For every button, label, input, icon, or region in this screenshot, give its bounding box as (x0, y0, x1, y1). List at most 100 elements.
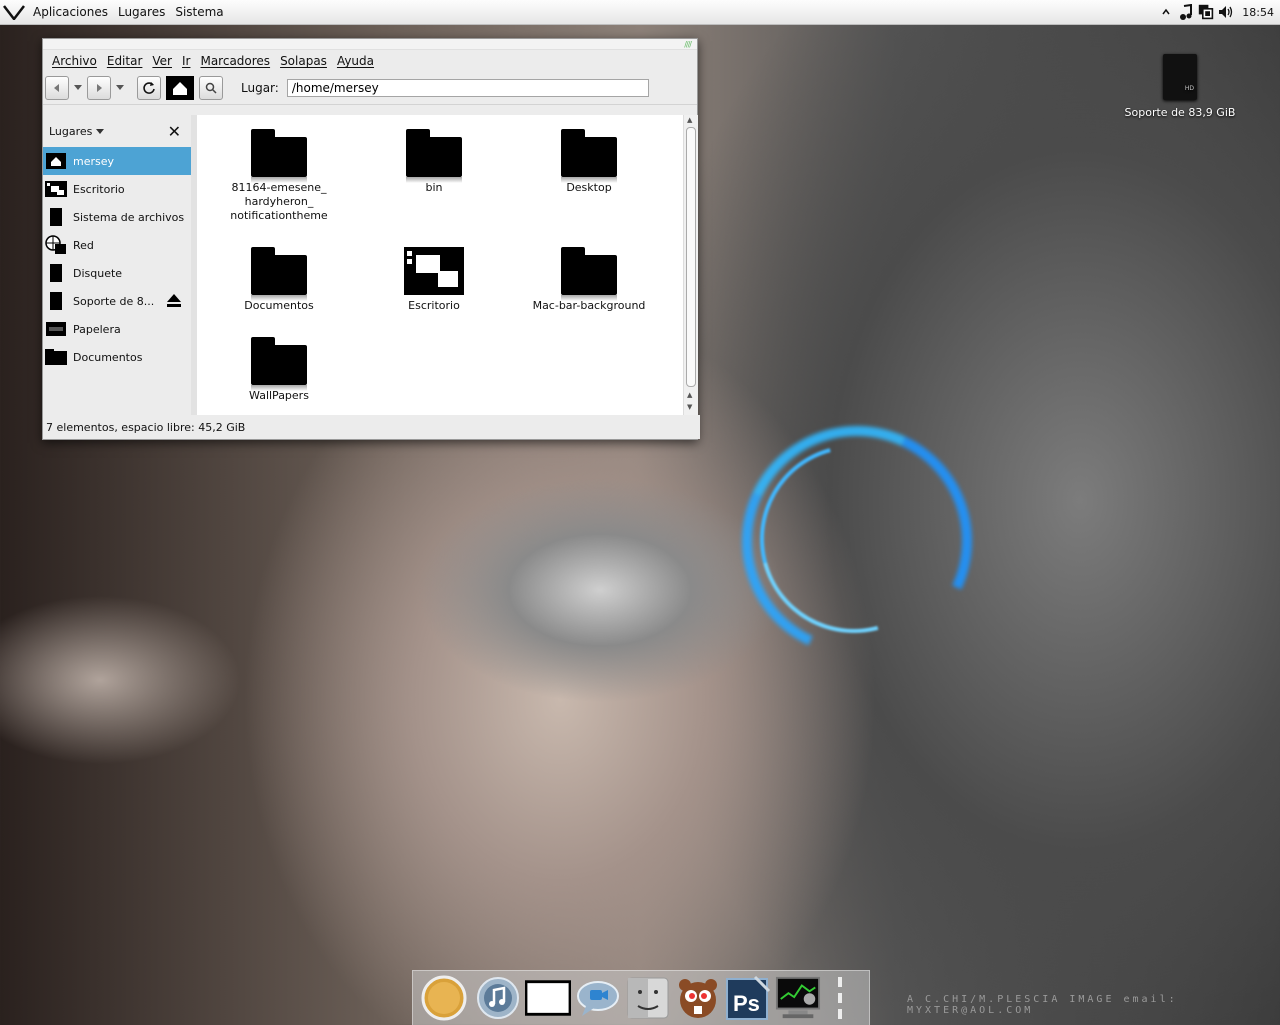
scrollbar-thumb[interactable] (686, 127, 696, 387)
sidebar-item-red[interactable]: Red (43, 231, 191, 259)
sidebar-close-icon[interactable]: ✕ (168, 122, 181, 141)
forward-button[interactable] (87, 76, 111, 100)
search-icon (205, 82, 217, 94)
location-input[interactable] (286, 79, 649, 97)
sidebar-item-documentos[interactable]: Documentos (43, 343, 191, 371)
eject-icon[interactable] (167, 294, 181, 310)
svg-text:Ps: Ps (733, 991, 760, 1016)
sidebar-item-label: Soporte de 8... (73, 294, 155, 308)
location-label: Lugar: (241, 81, 279, 95)
photoshop-icon: Ps (726, 975, 771, 1020)
finder-icon (627, 977, 669, 1019)
wallpaper-credit: A C.CHI/M.PLESCIA IMAGE email: MYXTER@AO… (907, 994, 1178, 1016)
panel-menu-sistema[interactable]: Sistema (170, 5, 228, 19)
file-item[interactable]: Desktop (519, 127, 659, 194)
sidebar-places-dropdown[interactable]: Lugares (49, 124, 105, 138)
music-note-icon[interactable] (1178, 4, 1194, 20)
panel-menu-lugares[interactable]: Lugares (113, 5, 170, 19)
folder-icon (45, 347, 67, 367)
file-item[interactable]: 81164-emesene_ hardyheron_ notificationt… (209, 127, 349, 223)
chevron-down-icon (74, 85, 82, 90)
scroll-down-icon[interactable]: ▼ (687, 403, 692, 411)
menu-ir[interactable]: Ir (177, 54, 195, 68)
back-arrow-icon (54, 84, 59, 92)
sidebar-item-sistema-de-archivos[interactable]: Sistema de archivos (43, 203, 191, 231)
desktop-drive[interactable]: HD Soporte de 83,9 GiB (1120, 54, 1240, 119)
dock-itunes[interactable] (475, 975, 521, 1021)
window-titlebar[interactable]: //// (43, 39, 697, 50)
dock-photoshop[interactable]: Ps (725, 975, 771, 1021)
scroll-up-icon[interactable]: ▲ (687, 391, 692, 399)
dock-ichat[interactable] (575, 975, 621, 1021)
system-tray: 18:54 (1158, 0, 1280, 24)
dock-separator-icon (835, 975, 845, 1024)
sidebar-header-label: Lugares (49, 125, 93, 138)
home-icon (166, 76, 194, 100)
dock-finder[interactable] (625, 975, 671, 1021)
dock-safari[interactable] (421, 975, 467, 1021)
desktop-icon (404, 245, 464, 297)
sidebar-item-label: mersey (73, 154, 115, 168)
back-history-dropdown[interactable] (73, 77, 83, 99)
file-manager-window: //// Archivo Editar Ver Ir Marcadores So… (42, 38, 700, 440)
folder-icon (404, 127, 464, 183)
safari-icon (421, 975, 467, 1021)
folder-icon (249, 127, 309, 183)
dock-terminal[interactable] (525, 975, 571, 1021)
sidebar-item-disquete[interactable]: Disquete (43, 259, 191, 287)
menu-ver[interactable]: Ver (147, 54, 177, 68)
menu-solapas[interactable]: Solapas (275, 54, 332, 68)
system-monitor-icon (775, 976, 821, 1019)
file-view: 81164-emesene_ hardyheron_ notificationt… (197, 115, 683, 415)
folder-icon (559, 245, 619, 301)
vertical-scrollbar[interactable]: ▲ ▲ ▼ (683, 115, 698, 415)
forward-history-dropdown[interactable] (115, 77, 125, 99)
file-item[interactable]: Documentos (209, 245, 349, 312)
notification-arrow-icon[interactable] (1158, 4, 1174, 20)
menu-ayuda[interactable]: Ayuda (332, 54, 379, 68)
terminal-icon (525, 980, 571, 1016)
floppy-icon (45, 263, 67, 283)
sidebar-item-label: Disquete (73, 266, 123, 280)
volume-icon[interactable] (1218, 4, 1234, 20)
sidebar-item-escritorio[interactable]: Escritorio (43, 175, 191, 203)
desktop-drive-label: Soporte de 83,9 GiB (1124, 106, 1236, 119)
drive-icon (45, 291, 67, 311)
panel-menu-aplicaciones[interactable]: Aplicaciones (28, 5, 113, 19)
chevron-down-icon (96, 129, 105, 134)
scroll-up-icon[interactable]: ▲ (687, 116, 692, 124)
window-grip-icon[interactable]: //// (684, 40, 692, 49)
menu-archivo[interactable]: Archivo (47, 54, 102, 68)
menu-marcadores[interactable]: Marcadores (195, 54, 275, 68)
toolbar: Lugar: (43, 72, 697, 105)
places-sidebar: Lugares ✕ mersey Escritorio Sistema de a… (43, 115, 191, 415)
back-button[interactable] (45, 76, 69, 100)
clock[interactable]: 18:54 (1242, 6, 1274, 19)
forward-arrow-icon (97, 84, 102, 92)
dock-beaver[interactable] (675, 975, 721, 1021)
blue-energy-ring-inner (725, 410, 983, 668)
file-name: 81164-emesene_ hardyheron_ notificationt… (230, 181, 328, 222)
sidebar-item-soporte[interactable]: Soporte de 8... (43, 287, 191, 315)
home-button[interactable] (165, 75, 195, 101)
hard-drive-icon: HD (1163, 54, 1197, 100)
reload-button[interactable] (137, 76, 161, 100)
menubar: Archivo Editar Ver Ir Marcadores Solapas… (43, 50, 697, 72)
file-name: Escritorio (408, 299, 460, 312)
sidebar-item-label: Sistema de archivos (73, 210, 185, 224)
status-text: 7 elementos, espacio libre: 45,2 GiB (46, 420, 246, 434)
sidebar-item-papelera[interactable]: Papelera (43, 315, 191, 343)
dock-system-monitor[interactable] (775, 975, 821, 1021)
file-item[interactable]: WallPapers (209, 335, 349, 402)
window-switcher-icon[interactable] (1198, 4, 1214, 20)
sidebar-item-label: Red (73, 238, 94, 252)
menu-logo-icon[interactable] (0, 0, 28, 24)
file-item[interactable]: Mac-bar-background (519, 245, 659, 312)
dock: Ps (412, 970, 870, 1025)
file-item[interactable]: bin (364, 127, 504, 194)
sidebar-item-mersey[interactable]: mersey (43, 147, 191, 175)
file-item[interactable]: Escritorio (364, 245, 504, 312)
search-button[interactable] (199, 76, 223, 100)
desktop-icon (45, 179, 67, 199)
menu-editar[interactable]: Editar (102, 54, 148, 68)
